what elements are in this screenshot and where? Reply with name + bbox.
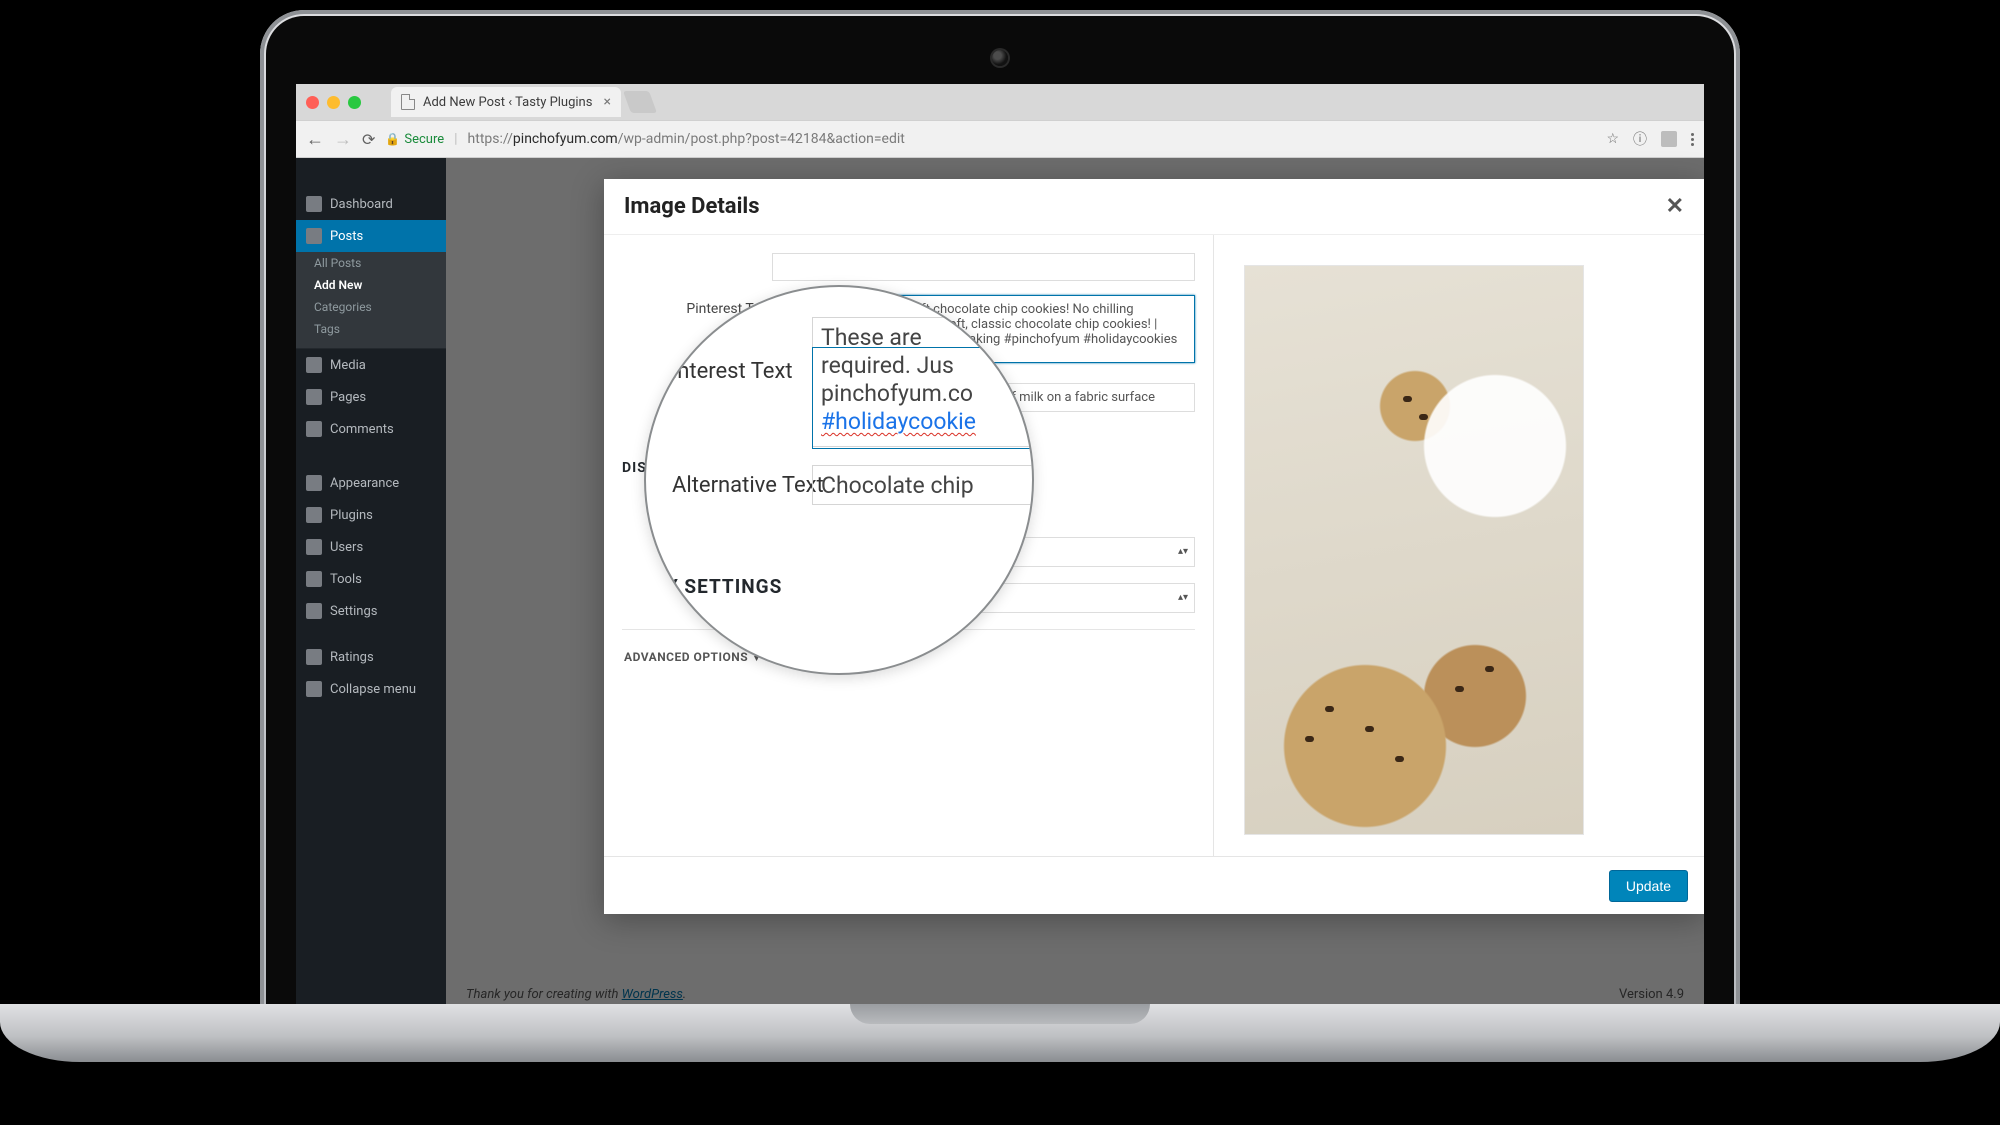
bookmark-icon[interactable]: ☆ xyxy=(1606,131,1619,147)
plugins-icon xyxy=(306,507,322,523)
sidebar-item-dashboard[interactable]: Dashboard xyxy=(296,188,446,220)
page-icon xyxy=(401,94,415,110)
wp-sidebar: Dashboard Posts All Posts Add New Catego… xyxy=(296,158,446,1010)
tools-icon xyxy=(306,571,322,587)
sidebar-item-ratings[interactable]: Ratings xyxy=(296,641,446,673)
reload-icon[interactable]: ⟳ xyxy=(362,130,375,149)
magnifier-lens: Pinterest Text These are required. Jus p… xyxy=(644,285,1034,675)
browser-menu-icon[interactable] xyxy=(1691,133,1694,146)
window-minimize-icon[interactable] xyxy=(327,96,340,109)
lock-icon: 🔒 xyxy=(385,132,400,146)
tab-title: Add New Post ‹ Tasty Plugins xyxy=(423,95,592,110)
sidebar-sub-tags[interactable]: Tags xyxy=(296,318,446,340)
caret-icon: ▴▾ xyxy=(1178,595,1188,601)
laptop-frame: Add New Post ‹ Tasty Plugins × ← → ⟳ 🔒 S… xyxy=(260,10,1740,1010)
sidebar-item-media[interactable]: Media xyxy=(296,349,446,381)
settings-icon xyxy=(306,603,322,619)
sidebar-item-settings[interactable]: Settings xyxy=(296,595,446,627)
modal-footer: Update xyxy=(604,856,1704,914)
sidebar-sub-all-posts[interactable]: All Posts xyxy=(296,252,446,274)
mag-pinterest-label: Pinterest Text xyxy=(658,359,793,384)
tab-close-icon[interactable]: × xyxy=(604,94,611,110)
nav-back-icon[interactable]: ← xyxy=(306,129,324,150)
extension-icon[interactable] xyxy=(1661,131,1677,147)
mag-alt-text: Chocolate chip xyxy=(812,465,1034,505)
sidebar-subnav-posts: All Posts Add New Categories Tags xyxy=(296,252,446,349)
sidebar-item-appearance[interactable]: Appearance xyxy=(296,467,446,499)
sidebar-item-pages[interactable]: Pages xyxy=(296,381,446,413)
sidebar-item-tools[interactable]: Tools xyxy=(296,563,446,595)
laptop-bezel: Add New Post ‹ Tasty Plugins × ← → ⟳ 🔒 S… xyxy=(266,16,1734,1010)
wordpress-admin: Dashboard Posts All Posts Add New Catego… xyxy=(296,158,1704,1010)
dashboard-icon xyxy=(306,196,322,212)
sidebar-item-comments[interactable]: Comments xyxy=(296,413,446,445)
sidebar-item-users[interactable]: Users xyxy=(296,531,446,563)
browser-tab[interactable]: Add New Post ‹ Tasty Plugins × xyxy=(391,87,621,117)
new-tab-button[interactable] xyxy=(623,91,657,113)
users-icon xyxy=(306,539,322,555)
appearance-icon xyxy=(306,475,322,491)
nav-forward-icon: → xyxy=(334,129,352,150)
modal-title: Image Details xyxy=(624,194,760,219)
modal-header: Image Details ✕ xyxy=(604,179,1704,235)
address-bar: ← → ⟳ 🔒 Secure | https://pinchofyum.com/… xyxy=(296,120,1704,158)
sidebar-sub-categories[interactable]: Categories xyxy=(296,296,446,318)
collapse-icon xyxy=(306,681,322,697)
image-details-modal: Image Details ✕ Pinterest Text xyxy=(604,179,1704,914)
sidebar-sub-add-new[interactable]: Add New xyxy=(296,274,446,296)
mag-alt-label: Alternative Text xyxy=(672,473,824,498)
sidebar-item-plugins[interactable]: Plugins xyxy=(296,499,446,531)
wp-main: ▴ sed ▴ ▴ Add mas sed tags xyxy=(446,158,1704,1010)
secure-label: Secure xyxy=(404,132,444,147)
camera-icon xyxy=(992,50,1008,66)
window-close-icon[interactable] xyxy=(306,96,319,109)
pin-icon xyxy=(306,228,322,244)
comments-icon xyxy=(306,421,322,437)
modal-close-icon[interactable]: ✕ xyxy=(1666,194,1684,219)
update-button[interactable]: Update xyxy=(1609,870,1688,902)
browser-tab-strip: Add New Post ‹ Tasty Plugins × xyxy=(296,84,1704,120)
media-icon xyxy=(306,357,322,373)
mag-section-heading: SPLAY SETTINGS xyxy=(644,575,782,598)
trackpad-notch xyxy=(850,1004,1150,1024)
secure-indicator[interactable]: 🔒 Secure xyxy=(385,132,444,147)
laptop-base xyxy=(0,1004,2000,1062)
image-preview xyxy=(1244,265,1584,835)
caret-icon: ▴▾ xyxy=(1178,549,1188,555)
screen: Add New Post ‹ Tasty Plugins × ← → ⟳ 🔒 S… xyxy=(296,84,1704,1010)
info-icon[interactable]: ⓘ xyxy=(1633,129,1647,149)
pages-icon xyxy=(306,389,322,405)
url[interactable]: https://pinchofyum.com/wp-admin/post.php… xyxy=(468,131,905,147)
star-icon xyxy=(306,649,322,665)
modal-left-pane: Pinterest Text Alternative Text DISPLAY … xyxy=(604,235,1214,856)
sidebar-item-collapse[interactable]: Collapse menu xyxy=(296,673,446,705)
sidebar-item-posts[interactable]: Posts xyxy=(296,220,446,252)
mag-pinterest-text: These are required. Jus pinchofyum.co #h… xyxy=(812,317,1034,447)
window-zoom-icon[interactable] xyxy=(348,96,361,109)
modal-right-pane xyxy=(1214,235,1704,856)
